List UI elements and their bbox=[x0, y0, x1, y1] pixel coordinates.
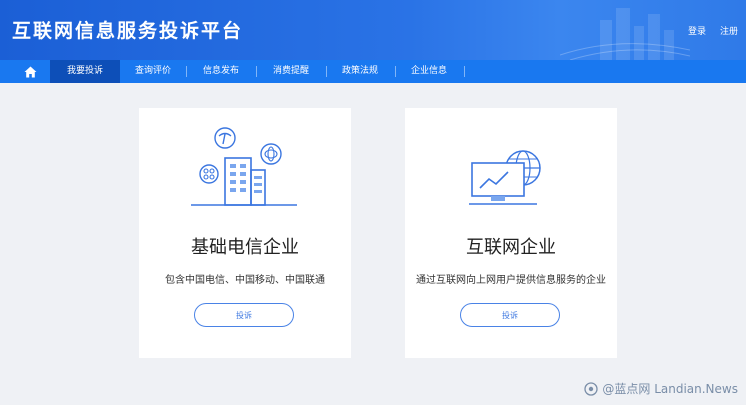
building-decoration bbox=[560, 8, 690, 60]
nav-home[interactable] bbox=[10, 60, 50, 83]
card-description: 通过互联网向上网用户提供信息服务的企业 bbox=[416, 275, 606, 286]
nav-item-complaint[interactable]: 我要投诉 bbox=[50, 60, 120, 83]
nav-divider bbox=[395, 66, 396, 77]
card-telecom[interactable]: 基础电信企业 包含中国电信、中国移动、中国联通 投诉 bbox=[139, 108, 351, 358]
nav-divider bbox=[186, 66, 187, 77]
nav-divider bbox=[464, 66, 465, 77]
nav-divider bbox=[256, 66, 257, 77]
main-nav: 我要投诉 查询评价 信息发布 消费提醒 政策法规 企业信息 bbox=[0, 60, 746, 83]
home-icon bbox=[24, 66, 36, 77]
card-title: 基础电信企业 bbox=[191, 237, 299, 258]
monitor-globe-icon bbox=[469, 150, 541, 205]
watermark-text: @蓝点网 Landian.News bbox=[602, 382, 738, 396]
register-link[interactable]: 注册 bbox=[720, 24, 738, 37]
watermark: @蓝点网 Landian.News bbox=[584, 380, 738, 397]
site-title: 互联网信息服务投诉平台 bbox=[12, 20, 244, 42]
complaint-button[interactable]: 投诉 bbox=[194, 303, 294, 327]
card-title: 互联网企业 bbox=[466, 237, 556, 258]
card-internet[interactable]: 互联网企业 通过互联网向上网用户提供信息服务的企业 投诉 bbox=[405, 108, 617, 358]
card-description: 包含中国电信、中国移动、中国联通 bbox=[165, 275, 325, 286]
watermark-logo-icon bbox=[584, 381, 599, 396]
nav-item-publish[interactable]: 信息发布 bbox=[192, 60, 250, 83]
header-banner: 互联网信息服务投诉平台 登录 注册 bbox=[0, 0, 746, 60]
nav-divider bbox=[326, 66, 327, 77]
telecom-building-icon bbox=[191, 127, 297, 206]
complaint-button[interactable]: 投诉 bbox=[460, 303, 560, 327]
login-link[interactable]: 登录 bbox=[688, 24, 706, 37]
nav-item-reminder[interactable]: 消费提醒 bbox=[262, 60, 320, 83]
nav-item-enterprise[interactable]: 企业信息 bbox=[400, 60, 458, 83]
nav-item-query[interactable]: 查询评价 bbox=[124, 60, 182, 83]
nav-item-policy[interactable]: 政策法规 bbox=[331, 60, 389, 83]
